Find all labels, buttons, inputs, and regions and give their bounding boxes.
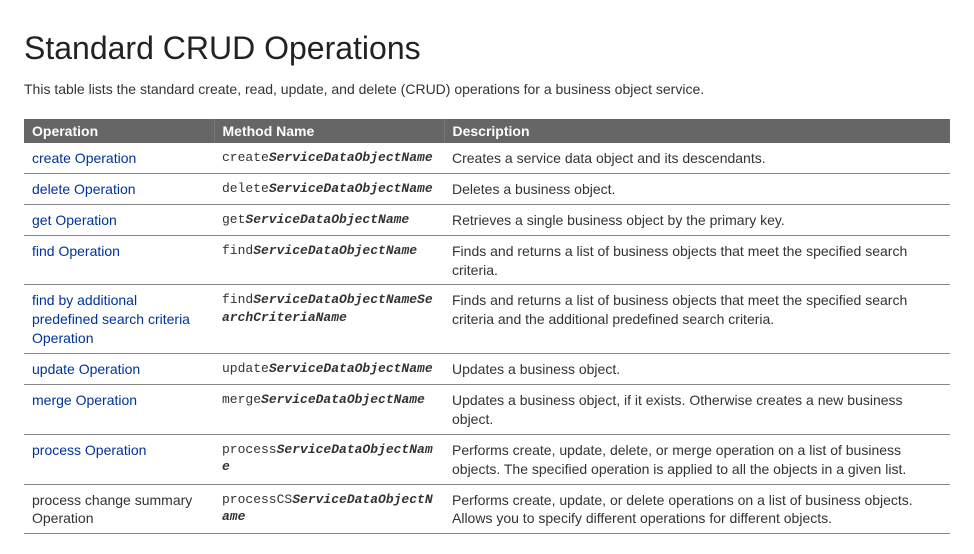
method-cell: findServiceDataObjectNameSearchCriteriaN…	[214, 285, 444, 354]
crud-table: Operation Method Name Description create…	[24, 119, 950, 534]
col-header-method: Method Name	[214, 119, 444, 143]
table-header-row: Operation Method Name Description	[24, 119, 950, 143]
method-prefix: create	[222, 150, 269, 165]
operation-link[interactable]: delete Operation	[32, 181, 136, 197]
method-prefix: get	[222, 212, 245, 227]
table-row: create Operation createServiceDataObjectN…	[24, 143, 950, 173]
operation-link[interactable]: create Operation	[32, 150, 136, 166]
table-row: find by additional predefined search cri…	[24, 285, 950, 354]
method-prefix: process	[222, 442, 277, 457]
method-cell: updateServiceDataObjectName	[214, 354, 444, 385]
operation-cell: get Operation	[24, 204, 214, 235]
table-row: process Operation processServiceDataObjec…	[24, 434, 950, 484]
description-cell: Performs create, update, or delete opera…	[444, 484, 950, 534]
method-cell: processServiceDataObjectName	[214, 434, 444, 484]
method-variable: ServiceDataObjectNameSearchCriteriaName	[222, 292, 433, 325]
description-cell: Deletes a business object.	[444, 173, 950, 204]
operation-link[interactable]: find by additional predefined search cri…	[32, 292, 190, 346]
operation-link[interactable]: get Operation	[32, 212, 117, 228]
description-cell: Finds and returns a list of business obj…	[444, 285, 950, 354]
operation-cell: delete Operation	[24, 173, 214, 204]
method-variable: ServiceDataObjectName	[269, 361, 433, 376]
operation-cell: process Operation	[24, 434, 214, 484]
operation-link[interactable]: process Operation	[32, 442, 146, 458]
table-row: find OperationfindServiceDataObjectNameF…	[24, 235, 950, 285]
page-title: Standard CRUD Operations	[24, 30, 950, 67]
method-cell: processCSServiceDataObjectName	[214, 484, 444, 534]
method-variable: ServiceDataObjectName	[261, 392, 425, 407]
description-cell: Finds and returns a list of business obj…	[444, 235, 950, 285]
method-cell: getServiceDataObjectName	[214, 204, 444, 235]
method-variable: ServiceDataObjectName	[253, 243, 417, 258]
operation-link[interactable]: find Operation	[32, 243, 120, 259]
description-cell: Retrieves a single business object by th…	[444, 204, 950, 235]
operation-cell: process change summary Operation	[24, 484, 214, 534]
description-cell: Creates a service data object and its de…	[444, 143, 950, 173]
description-cell: Performs create, update, delete, or merg…	[444, 434, 950, 484]
method-prefix: find	[222, 243, 253, 258]
table-row: process change summary Operation processC…	[24, 484, 950, 534]
method-variable: ServiceDataObjectName	[245, 212, 409, 227]
method-cell: mergeServiceDataObjectName	[214, 385, 444, 435]
operation-cell: find by additional predefined search cri…	[24, 285, 214, 354]
method-cell: deleteServiceDataObjectName	[214, 173, 444, 204]
method-cell: createServiceDataObjectName	[214, 143, 444, 173]
intro-text: This table lists the standard create, re…	[24, 81, 950, 97]
table-row: get OperationgetServiceDataObjectNameRet…	[24, 204, 950, 235]
description-cell: Updates a business object.	[444, 354, 950, 385]
method-prefix: find	[222, 292, 253, 307]
method-variable: ServiceDataObjectName	[269, 150, 433, 165]
operation-cell: merge Operation	[24, 385, 214, 435]
col-header-operation: Operation	[24, 119, 214, 143]
operation-cell: update Operation	[24, 354, 214, 385]
table-row: update Operation updateServiceDataObjectN…	[24, 354, 950, 385]
operation-cell: find Operation	[24, 235, 214, 285]
description-cell: Updates a business object, if it exists.…	[444, 385, 950, 435]
operation-link[interactable]: update Operation	[32, 361, 140, 377]
operation-link[interactable]: merge Operation	[32, 392, 137, 408]
method-prefix: merge	[222, 392, 261, 407]
method-cell: findServiceDataObjectName	[214, 235, 444, 285]
col-header-description: Description	[444, 119, 950, 143]
operation-text: process change summary Operation	[32, 492, 192, 527]
method-variable: ServiceDataObjectName	[269, 181, 433, 196]
method-prefix: processCS	[222, 492, 292, 507]
table-row: delete Operation deleteServiceDataObjectN…	[24, 173, 950, 204]
method-prefix: delete	[222, 181, 269, 196]
table-row: merge Operation mergeServiceDataObjectNam…	[24, 385, 950, 435]
operation-cell: create Operation	[24, 143, 214, 173]
method-prefix: update	[222, 361, 269, 376]
